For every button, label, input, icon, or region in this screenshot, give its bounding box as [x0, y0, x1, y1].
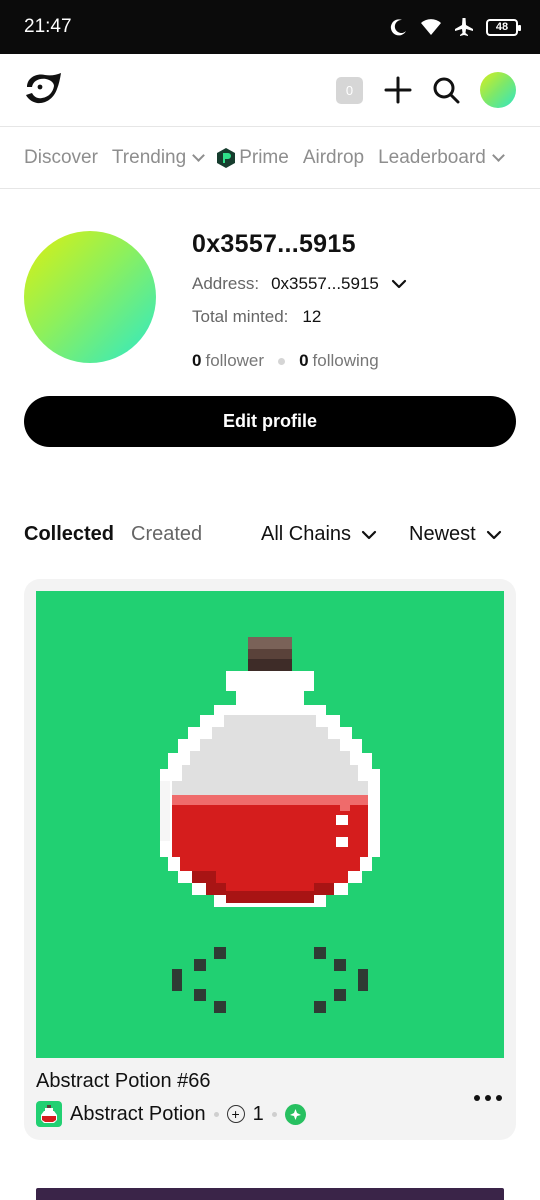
nft-image[interactable]: [36, 591, 504, 1058]
nav-item-airdrop[interactable]: Airdrop: [303, 147, 364, 169]
dot: [496, 1095, 502, 1101]
category-nav: Discover Trending Prime Airdrop Leaderbo…: [0, 127, 540, 189]
plus-icon[interactable]: [384, 76, 412, 104]
follower-label: follower: [205, 351, 265, 370]
minted-label: Total minted:: [192, 307, 289, 326]
status-bar: 21:47 48: [0, 0, 540, 54]
nav-item-discover[interactable]: Discover: [24, 147, 98, 169]
tab-collected[interactable]: Collected: [24, 523, 114, 546]
notification-badge[interactable]: 0: [336, 77, 363, 104]
user-avatar[interactable]: [480, 72, 516, 108]
profile-name: 0x3557...5915: [192, 230, 356, 258]
address-row[interactable]: Address: 0x3557...5915: [192, 274, 407, 294]
nav-label: Prime: [239, 146, 289, 168]
follower-count: 0: [192, 351, 202, 370]
address-label: Address:: [192, 274, 260, 293]
following-count: 0: [299, 351, 309, 370]
nav-label: Trending: [111, 146, 187, 168]
nft-meta: Abstract Potion + 1: [36, 1101, 306, 1127]
chevron-down-icon[interactable]: [391, 278, 407, 290]
chevron-down-icon: [486, 530, 501, 539]
status-icons: 48: [390, 14, 521, 40]
search-icon[interactable]: [432, 76, 460, 104]
nav-item-trending[interactable]: Trending: [111, 146, 206, 169]
mint-count-icon: +: [226, 1105, 245, 1123]
prime-icon: [217, 147, 236, 168]
sort-dropdown[interactable]: Newest: [409, 523, 502, 546]
profile-avatar: [24, 231, 156, 363]
collection-thumbnail[interactable]: [36, 1101, 62, 1127]
sort-label: Newest: [409, 523, 476, 545]
abstract-chain-icon: [284, 1103, 306, 1125]
battery-icon: 48: [486, 18, 521, 36]
status-time: 21:47: [24, 16, 72, 37]
potion-thumb-icon: [41, 1105, 57, 1123]
collection-name[interactable]: Abstract Potion: [70, 1103, 206, 1126]
chain-filter-label: All Chains: [261, 523, 352, 545]
nft-card[interactable]: Abstract Potion #66 Abstract Potion + 1: [24, 579, 516, 1140]
app-logo-icon[interactable]: [24, 72, 64, 106]
dot: [474, 1095, 480, 1101]
collection-tabs: Collected Created All Chains Newest: [24, 523, 516, 551]
nav-item-leaderboard[interactable]: Leaderboard: [378, 146, 505, 169]
following-link[interactable]: 0 following: [299, 351, 379, 371]
address-value: 0x3557...5915: [271, 274, 379, 293]
edit-profile-button[interactable]: Edit profile: [24, 396, 516, 447]
wifi-icon: [421, 19, 441, 35]
follower-link[interactable]: 0 follower: [192, 351, 264, 371]
airplane-icon: [455, 18, 473, 36]
separator-dot: [278, 357, 286, 365]
nav-label: Airdrop: [302, 146, 365, 168]
chevron-down-icon: [491, 148, 505, 162]
nft-title[interactable]: Abstract Potion #66: [36, 1070, 211, 1093]
app-bar: 0: [0, 54, 540, 127]
chain-filter-dropdown[interactable]: All Chains: [261, 523, 377, 546]
minted-value: 12: [302, 307, 322, 326]
nav-label: Discover: [24, 146, 98, 168]
potion-artwork: [160, 637, 380, 1013]
separator-dot: [271, 1111, 277, 1117]
tab-created[interactable]: Created: [131, 523, 202, 546]
chevron-down-icon: [192, 148, 206, 162]
moon-icon: [390, 19, 406, 36]
more-options-button[interactable]: [474, 1095, 502, 1101]
minted-row: Total minted: 12: [192, 307, 321, 327]
chevron-down-icon: [361, 530, 377, 539]
separator-dot: [213, 1111, 219, 1117]
nav-item-prime[interactable]: Prime: [217, 147, 289, 169]
following-label: following: [312, 351, 379, 370]
nav-label: Leaderboard: [378, 146, 486, 168]
follow-stats: 0 follower 0 following: [192, 351, 379, 371]
mint-count: 1: [252, 1102, 264, 1125]
dot: [485, 1095, 491, 1101]
battery-level: 48: [495, 20, 509, 33]
next-nft-card-preview[interactable]: [36, 1188, 504, 1200]
